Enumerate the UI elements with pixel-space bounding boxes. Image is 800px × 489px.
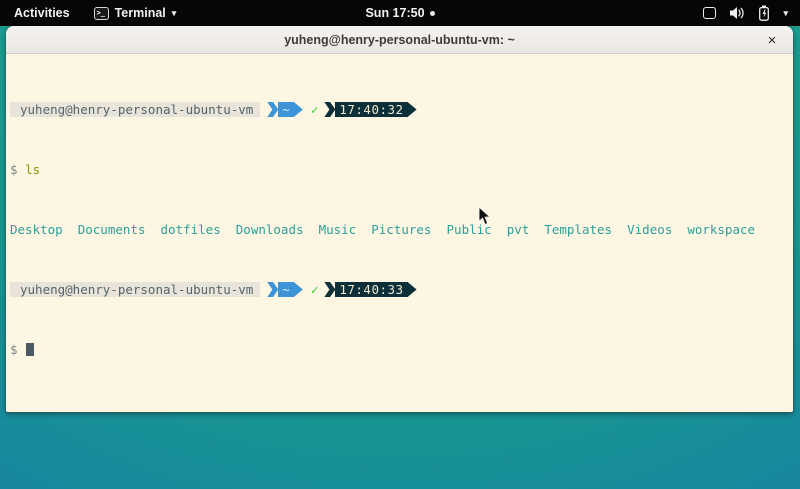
- prompt-dir-segment: ~: [278, 282, 294, 297]
- directory-name: workspace: [687, 222, 755, 237]
- directory-name: Desktop: [10, 222, 63, 237]
- system-tray-menu[interactable]: ▾: [703, 0, 800, 26]
- clock-button[interactable]: Sun 17:50: [365, 6, 434, 20]
- directory-name: pvt: [507, 222, 530, 237]
- prompt-time-segment: 17:40:32: [335, 102, 407, 117]
- text-cursor-block: [26, 343, 34, 356]
- display-icon: [703, 7, 716, 19]
- app-menu-label: Terminal: [115, 6, 166, 20]
- directory-name: Templates: [544, 222, 612, 237]
- prompt-user-segment: yuheng@henry-personal-ubuntu-vm: [10, 102, 260, 117]
- terminal-app-icon: >_: [94, 7, 109, 20]
- activities-label: Activities: [14, 6, 70, 20]
- powerline-chevron-icon: [324, 102, 335, 117]
- prompt-line: yuheng@henry-personal-ubuntu-vm ~ ✓ 17:4…: [10, 102, 793, 117]
- terminal-window: yuheng@henry-personal-ubuntu-vm: ~ × yuh…: [6, 26, 793, 412]
- command-line: $ ls: [10, 162, 793, 177]
- status-check-icon: ✓: [311, 282, 319, 297]
- powerline-arrow-icon: [294, 282, 303, 297]
- window-titlebar[interactable]: yuheng@henry-personal-ubuntu-vm: ~ ×: [6, 26, 793, 54]
- directory-name: Documents: [78, 222, 146, 237]
- prompt-symbol: $: [10, 342, 18, 357]
- prompt-dir-segment: ~: [278, 102, 294, 117]
- input-line: $: [10, 342, 793, 357]
- close-button[interactable]: ×: [761, 29, 783, 51]
- prompt-line: yuheng@henry-personal-ubuntu-vm ~ ✓ 17:4…: [10, 282, 793, 297]
- powerline-arrow-icon: [408, 282, 417, 297]
- activities-button[interactable]: Activities: [0, 0, 84, 26]
- powerline-chevron-icon: [267, 282, 278, 297]
- prompt-time-segment: 17:40:33: [335, 282, 407, 297]
- powerline-arrow-icon: [408, 102, 417, 117]
- status-check-icon: ✓: [311, 102, 319, 117]
- directory-name: Pictures: [371, 222, 431, 237]
- typed-command: ls: [25, 162, 40, 177]
- clock-label: Sun 17:50: [365, 6, 424, 20]
- powerline-arrow-icon: [294, 102, 303, 117]
- powerline-chevron-icon: [324, 282, 335, 297]
- powerline-chevron-icon: [267, 102, 278, 117]
- directory-name: Videos: [627, 222, 672, 237]
- chevron-down-icon: ▾: [172, 8, 177, 19]
- directory-name: dotfiles: [161, 222, 221, 237]
- ls-output-line: Desktop Documents dotfiles Downloads Mus…: [10, 222, 793, 237]
- chevron-down-icon: ▾: [783, 8, 788, 19]
- directory-name: Downloads: [236, 222, 304, 237]
- window-title: yuheng@henry-personal-ubuntu-vm: ~: [284, 33, 515, 47]
- prompt-symbol: $: [10, 162, 18, 177]
- notification-dot-icon: [430, 11, 435, 16]
- directory-name: Public: [447, 222, 492, 237]
- directory-name: Music: [319, 222, 357, 237]
- gnome-top-bar: Activities >_ Terminal ▾ Sun 17:50 ▾: [0, 0, 800, 26]
- volume-icon: [729, 6, 745, 20]
- app-menu-terminal[interactable]: >_ Terminal ▾: [84, 0, 187, 26]
- battery-charging-icon: [758, 5, 770, 21]
- prompt-user-segment: yuheng@henry-personal-ubuntu-vm: [10, 282, 260, 297]
- terminal-screen[interactable]: yuheng@henry-personal-ubuntu-vm ~ ✓ 17:4…: [6, 54, 793, 411]
